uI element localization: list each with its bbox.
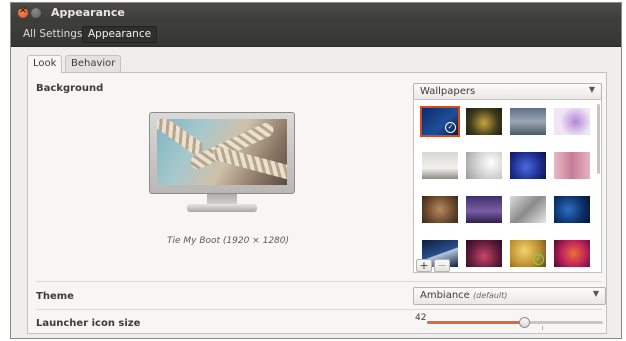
wallpaper-thumb[interactable] bbox=[466, 240, 502, 267]
background-label: Background bbox=[36, 83, 104, 94]
breadcrumb-all-settings[interactable]: All Settings bbox=[17, 26, 88, 43]
wallpaper-gallery: ✓ ✓ bbox=[413, 99, 602, 273]
wallpaper-thumb[interactable] bbox=[510, 196, 546, 223]
monitor-base bbox=[187, 204, 257, 212]
close-icon: × bbox=[18, 5, 28, 16]
theme-value: Ambiance bbox=[420, 290, 470, 301]
wallpaper-thumb[interactable] bbox=[554, 108, 590, 135]
chevron-down-icon: ▼ bbox=[588, 85, 595, 94]
wallpaper-thumb[interactable] bbox=[422, 196, 458, 223]
chevron-down-icon: ▼ bbox=[592, 289, 599, 298]
wallpaper-thumb[interactable] bbox=[422, 152, 458, 179]
slider-tick bbox=[542, 326, 543, 330]
wallpaper-thumb[interactable] bbox=[466, 108, 502, 135]
appearance-window: × Appearance All Settings Appearance Loo… bbox=[10, 2, 622, 339]
launcher-size-slider-handle[interactable] bbox=[519, 317, 530, 328]
tab-look[interactable]: Look bbox=[27, 55, 63, 73]
title-bar: × Appearance bbox=[11, 3, 621, 23]
wallpaper-thumb[interactable] bbox=[466, 152, 502, 179]
wallpaper-thumb[interactable] bbox=[554, 196, 590, 223]
theme-default-hint: (default) bbox=[473, 291, 508, 300]
wallpaper-thumb[interactable] bbox=[554, 152, 590, 179]
monitor-frame bbox=[149, 112, 295, 194]
window-title: Appearance bbox=[51, 6, 125, 19]
wallpaper-caption: Tie My Boot (1920 × 1280) bbox=[166, 236, 290, 246]
divider bbox=[36, 281, 602, 282]
check-icon: ✓ bbox=[533, 254, 544, 265]
look-panel: Background Tie My Boot (1920 × 1280) Wal… bbox=[27, 72, 607, 334]
divider bbox=[36, 309, 602, 310]
close-button[interactable]: × bbox=[18, 5, 28, 18]
wallpaper-thumb[interactable] bbox=[510, 108, 546, 135]
background-source-value: Wallpapers bbox=[420, 86, 476, 97]
add-wallpaper-button[interactable]: + bbox=[416, 259, 432, 272]
toolbar: All Settings Appearance bbox=[11, 23, 621, 47]
wallpaper-preview-image bbox=[157, 119, 287, 185]
launcher-size-value: 42 bbox=[415, 313, 427, 323]
wallpaper-thumb[interactable] bbox=[466, 196, 502, 223]
remove-wallpaper-button[interactable]: − bbox=[434, 259, 450, 272]
wallpaper-thumb[interactable]: ✓ bbox=[510, 240, 546, 267]
gallery-scrollbar[interactable] bbox=[597, 104, 600, 174]
launcher-size-slider-fill bbox=[427, 321, 524, 324]
breadcrumb-appearance[interactable]: Appearance bbox=[82, 26, 158, 43]
tab-behavior[interactable]: Behavior bbox=[65, 55, 122, 72]
wallpaper-thumb[interactable]: ✓ bbox=[420, 106, 460, 137]
check-icon: ✓ bbox=[445, 122, 456, 133]
minimize-button[interactable] bbox=[31, 8, 41, 18]
theme-dropdown[interactable]: Ambiance (default) ▼ bbox=[413, 287, 606, 305]
theme-label: Theme bbox=[36, 291, 74, 302]
wallpaper-thumb[interactable] bbox=[510, 152, 546, 179]
wallpaper-preview bbox=[149, 112, 295, 216]
launcher-icon-size-label: Launcher icon size bbox=[36, 318, 141, 329]
wallpaper-thumb[interactable] bbox=[554, 240, 590, 267]
